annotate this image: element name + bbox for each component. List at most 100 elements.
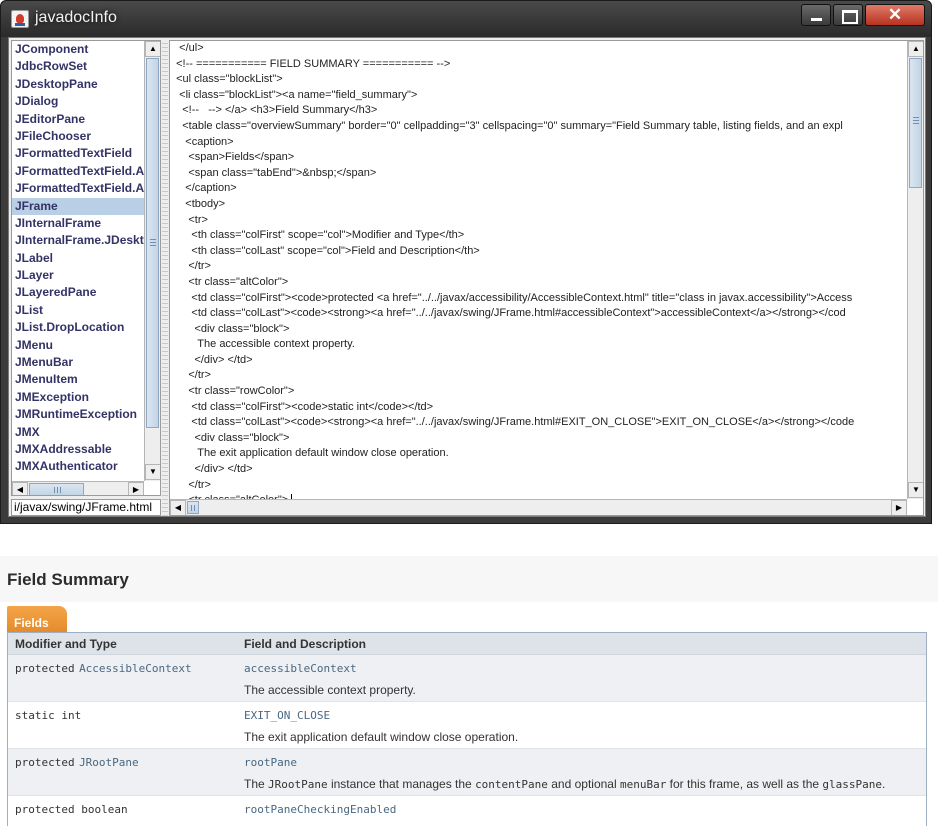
class-list-item[interactable]: JLabel: [12, 250, 144, 267]
scroll-up-arrow-icon[interactable]: ▲: [908, 41, 923, 57]
field-description: The JRootPane instance that manages the …: [244, 777, 918, 791]
source-line: <th class="colLast" scope="col">Field an…: [170, 244, 907, 260]
class-list-items: JComponent JdbcRowSet JDesktopPane JDialog J…: [12, 41, 144, 481]
file-path-field[interactable]: i/javax/swing/JFrame.html: [11, 499, 161, 516]
modifier-text: static int: [15, 709, 82, 722]
html-source-editor[interactable]: </ul> <!-- =========== FIELD SUMMARY ===…: [169, 40, 924, 516]
source-line: <td class="colLast"><code><strong><a hre…: [170, 415, 907, 431]
class-list-item[interactable]: JMXAddressable: [12, 441, 144, 458]
source-hscroll-thumb[interactable]: [187, 501, 199, 514]
field-cell: rootPaneCheckingEnabledIf true then call…: [236, 796, 926, 826]
class-list-item[interactable]: JFormattedTextField: [12, 145, 144, 162]
class-list-item[interactable]: JFormattedTextField.Ab: [12, 180, 144, 197]
window-title: javadocInfo: [35, 9, 117, 26]
source-line-text: </caption>: [170, 182, 237, 195]
source-line: </caption>: [170, 181, 907, 197]
fields-caption-tab: Fields: [7, 606, 67, 634]
scroll-up-arrow-icon[interactable]: ▲: [145, 41, 160, 57]
source-line: </div> </td>: [170, 353, 907, 369]
modifier-cell: protected AccessibleContext: [8, 655, 236, 701]
class-list[interactable]: JComponent JdbcRowSet JDesktopPane JDialog J…: [11, 40, 161, 496]
table-row: static int EXIT_ON_CLOSE The exit applicat…: [8, 702, 926, 749]
class-list-item[interactable]: JFileChooser: [12, 128, 144, 145]
class-list-item[interactable]: JMX: [12, 424, 144, 441]
title-bar[interactable]: javadocInfo ✕: [1, 1, 931, 37]
class-list-item[interactable]: JFormattedTextField.Ab: [12, 163, 144, 180]
scroll-right-arrow-icon[interactable]: ▶: [128, 482, 144, 495]
scroll-down-arrow-icon[interactable]: ▼: [908, 482, 923, 498]
class-list-item[interactable]: JInternalFrame: [12, 215, 144, 232]
source-line-text: </div> </td>: [170, 353, 253, 366]
maximize-button[interactable]: [833, 4, 863, 26]
class-list-vertical-scrollbar[interactable]: ▲ ▼: [144, 41, 160, 481]
modifier-text: protected: [15, 662, 75, 675]
description-text: The accessible context property.: [244, 683, 416, 697]
field-summary-heading: Field Summary: [7, 570, 129, 589]
minimize-button[interactable]: [801, 4, 831, 26]
class-list-horizontal-scrollbar[interactable]: ◀ ▶: [12, 481, 144, 495]
class-list-item[interactable]: JList.DropLocation: [12, 319, 144, 336]
source-line-text: <td class="colLast"><code><strong><a hre…: [170, 307, 846, 320]
class-list-item[interactable]: JLayer: [12, 267, 144, 284]
description-text: and optional: [547, 777, 620, 791]
description-code: menuBar: [619, 778, 667, 791]
field-link[interactable]: EXIT_ON_CLOSE: [244, 709, 330, 722]
table-row: protected AccessibleContext accessibleCon…: [8, 655, 926, 702]
close-button[interactable]: ✕: [865, 4, 925, 26]
scroll-right-arrow-icon[interactable]: ▶: [891, 500, 907, 515]
class-list-item[interactable]: JMXAuthenticator: [12, 458, 144, 475]
class-list-item[interactable]: JInternalFrame.JDeskt: [12, 232, 144, 249]
split-pane-divider[interactable]: [162, 40, 168, 516]
source-line: <div class="block">: [170, 431, 907, 447]
source-line: <tr>: [170, 213, 907, 229]
field-link[interactable]: accessibleContext: [244, 662, 357, 675]
scroll-down-arrow-icon[interactable]: ▼: [145, 464, 160, 480]
modifier-cell: protected boolean: [8, 796, 236, 826]
class-list-item[interactable]: JMException: [12, 389, 144, 406]
source-line-text: The accessible context property.: [170, 338, 355, 351]
source-line-text: </tr>: [170, 478, 211, 491]
class-list-item[interactable]: JDesktopPane: [12, 76, 144, 93]
source-line-text: </tr>: [170, 260, 211, 273]
source-line: <div class="block">: [170, 322, 907, 338]
class-list-hscroll-thumb[interactable]: [29, 483, 84, 495]
class-list-item[interactable]: JList: [12, 302, 144, 319]
class-list-item[interactable]: JMRuntimeException: [12, 406, 144, 423]
field-link[interactable]: rootPane: [244, 756, 297, 769]
class-list-item[interactable]: JdbcRowSet: [12, 58, 144, 75]
source-line: <ul class="blockList">: [170, 72, 907, 88]
class-list-item[interactable]: JMenuBar: [12, 354, 144, 371]
source-line-text: </tr>: [170, 369, 211, 382]
description-text: for this frame, as well as the: [666, 777, 823, 791]
source-line-text: <td class="colLast"><code><strong><a hre…: [170, 416, 855, 429]
source-horizontal-scrollbar[interactable]: ◀ ▶: [170, 499, 907, 515]
field-description: The exit application default window clos…: [244, 730, 918, 744]
close-icon: ✕: [887, 5, 903, 24]
class-list-item[interactable]: JEditorPane: [12, 111, 144, 128]
source-line-text: <th class="colFirst" scope="col">Modifie…: [170, 229, 465, 242]
type-link[interactable]: AccessibleContext: [79, 662, 192, 675]
class-list-item[interactable]: JMenuItem: [12, 371, 144, 388]
source-line: The accessible context property.: [170, 337, 907, 353]
app-window: javadocInfo ✕ JComponent JdbcRowSet JDeskt…: [0, 0, 932, 524]
scroll-left-arrow-icon[interactable]: ◀: [12, 482, 28, 495]
class-list-item[interactable]: JFrame: [12, 197, 144, 215]
source-vertical-scrollbar[interactable]: ▲ ▼: [907, 41, 923, 499]
description-text: instance that manages the: [327, 777, 476, 791]
class-list-item[interactable]: JMenu: [12, 337, 144, 354]
html-source-lines: </ul> <!-- =========== FIELD SUMMARY ===…: [170, 41, 907, 499]
class-list-item[interactable]: JComponent: [12, 41, 144, 58]
field-summary-table: Modifier and Type Field and Description …: [7, 632, 927, 826]
field-link[interactable]: rootPaneCheckingEnabled: [244, 803, 396, 816]
class-list-item[interactable]: JDialog: [12, 93, 144, 110]
class-list-scroll-thumb[interactable]: [146, 58, 159, 428]
source-line: <table class="overviewSummary" border="0…: [170, 119, 907, 135]
source-line-text: <tbody>: [170, 197, 226, 210]
description-text: The exit application default window clos…: [244, 730, 519, 744]
class-list-item[interactable]: JLayeredPane: [12, 284, 144, 301]
scroll-left-arrow-icon[interactable]: ◀: [170, 500, 186, 515]
source-line-text: <li class="blockList"><a name="field_sum…: [170, 88, 418, 101]
source-scroll-thumb[interactable]: [909, 58, 922, 188]
source-line-text: <div class="block">: [170, 322, 290, 335]
type-link[interactable]: JRootPane: [79, 756, 139, 769]
